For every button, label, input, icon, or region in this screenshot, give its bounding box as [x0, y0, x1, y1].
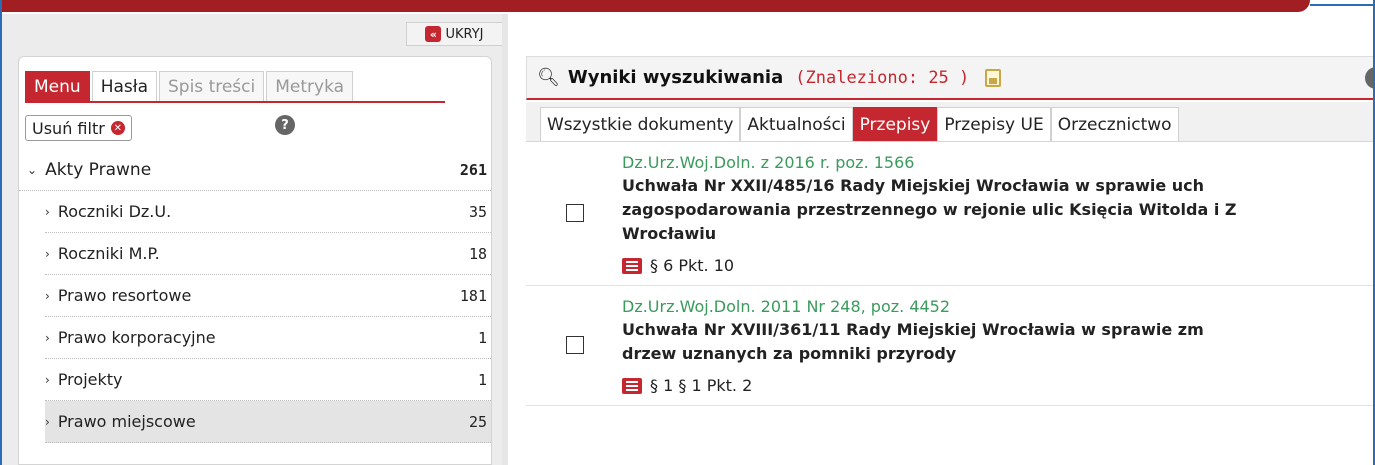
- tab-przepisy[interactable]: Przepisy: [852, 107, 938, 141]
- help-icon[interactable]: ?: [1365, 67, 1375, 89]
- chevron-right-icon: ›: [45, 288, 50, 303]
- top-banner-red-bar: [0, 0, 1310, 12]
- tab-metryka[interactable]: Metryka: [266, 71, 354, 101]
- chevron-right-icon: ›: [45, 246, 50, 261]
- result-checkbox[interactable]: [566, 204, 584, 222]
- tree-item-count: 25: [468, 412, 487, 431]
- tree-item-count: 35: [468, 202, 487, 221]
- tree-item-roczniki-mp[interactable]: › Roczniki M.P. 18: [45, 233, 491, 275]
- results-header: 🔍︎ Wyniki wyszukiwania (Znaleziono: 25 )…: [526, 56, 1375, 100]
- search-icon: 🔍︎: [537, 67, 560, 88]
- navigation-box: Menu Hasła Spis treści Metryka Usuń filt…: [18, 56, 492, 465]
- hide-panel-label: UKRYJ: [445, 26, 484, 42]
- double-chevron-left-icon: «: [425, 26, 442, 42]
- document-type-tabs: Wszystkie dokumenty Aktualności Przepisy…: [526, 102, 1375, 142]
- results-panel: 🔍︎ Wyniki wyszukiwania (Znaleziono: 25 )…: [502, 14, 1375, 465]
- remove-filter-button[interactable]: Usuń filtr ✕: [25, 115, 132, 141]
- result-checkbox[interactable]: [566, 336, 584, 354]
- chevron-right-icon: ›: [45, 414, 50, 429]
- chevron-right-icon: ›: [45, 372, 50, 387]
- chevron-down-icon: ⌄: [27, 162, 38, 177]
- tab-hasla[interactable]: Hasła: [91, 71, 157, 101]
- result-reference-label: § 6 Pkt. 10: [650, 256, 735, 275]
- result-source-link[interactable]: Dz.Urz.Woj.Doln. 2011 Nr 248, poz. 4452: [622, 296, 1375, 318]
- remove-filter-label: Usuń filtr: [32, 118, 105, 138]
- result-title-link[interactable]: Uchwała Nr XXII/485/16 Rady Miejskiej Wr…: [622, 174, 1375, 246]
- result-item: Dz.Urz.Woj.Doln. 2011 Nr 248, poz. 4452 …: [526, 286, 1375, 406]
- tree-item-prawo-resortowe[interactable]: › Prawo resortowe 181: [45, 275, 491, 317]
- close-circle-icon: ✕: [110, 121, 125, 135]
- category-tree: ⌄ Akty Prawne 261 › Roczniki Dz.U. 35 › …: [19, 149, 491, 443]
- tree-item-roczniki-dzu[interactable]: › Roczniki Dz.U. 35: [45, 191, 491, 233]
- hide-panel-button[interactable]: « UKRYJ: [406, 22, 502, 46]
- tree-item-label: Roczniki M.P.: [57, 244, 160, 263]
- top-banner-line: [1310, 4, 1375, 6]
- save-icon[interactable]: [985, 68, 1002, 87]
- tree-item-label: Akty Prawne: [45, 159, 152, 180]
- tree-item-count: 261: [459, 160, 487, 179]
- chevron-right-icon: ›: [45, 204, 50, 219]
- result-reference[interactable]: § 1 § 1 Pkt. 2: [622, 376, 1375, 395]
- result-reference[interactable]: § 6 Pkt. 10: [622, 256, 1375, 275]
- tab-spis-tresci[interactable]: Spis treści: [159, 71, 265, 101]
- tree-item-label: Prawo korporacyjne: [57, 328, 216, 347]
- tab-orzecznictwo[interactable]: Orzecznictwo: [1050, 107, 1179, 141]
- tree-item-count: 1: [477, 328, 487, 347]
- results-title: Wyniki wyszukiwania: [567, 67, 784, 88]
- top-banner: [0, 0, 1375, 14]
- tree-item-count: 18: [468, 244, 487, 263]
- tree-item-count: 181: [459, 286, 487, 305]
- results-count: (Znaleziono: 25 ): [795, 67, 970, 88]
- tree-item-prawo-korporacyjne[interactable]: › Prawo korporacyjne 1: [45, 317, 491, 359]
- left-tabs: Menu Hasła Spis treści Metryka: [25, 71, 445, 103]
- tab-aktualnosci[interactable]: Aktualności: [740, 107, 853, 141]
- tree-item-label: Roczniki Dz.U.: [57, 202, 172, 221]
- tree-item-akty-prawne[interactable]: ⌄ Akty Prawne 261: [19, 149, 491, 191]
- result-title-link[interactable]: Uchwała Nr XVIII/361/11 Rady Miejskiej W…: [622, 318, 1375, 366]
- tree-item-label: Prawo resortowe: [57, 286, 192, 305]
- results-list: Dz.Urz.Woj.Doln. z 2016 r. poz. 1566 Uch…: [526, 142, 1375, 406]
- tree-item-prawo-miejscowe[interactable]: › Prawo miejscowe 25: [45, 401, 491, 443]
- tree-item-projekty[interactable]: › Projekty 1: [45, 359, 491, 401]
- tab-wszystkie-dokumenty[interactable]: Wszystkie dokumenty: [540, 107, 741, 141]
- result-reference-label: § 1 § 1 Pkt. 2: [650, 376, 753, 395]
- help-icon[interactable]: ?: [275, 115, 295, 135]
- tab-menu[interactable]: Menu: [25, 71, 90, 101]
- document-reference-icon: [622, 377, 642, 394]
- result-source-link[interactable]: Dz.Urz.Woj.Doln. z 2016 r. poz. 1566: [622, 152, 1375, 174]
- result-item: Dz.Urz.Woj.Doln. z 2016 r. poz. 1566 Uch…: [526, 142, 1375, 286]
- left-panel: « UKRYJ Menu Hasła Spis treści Metryka U…: [2, 14, 502, 465]
- tree-item-label: Projekty: [57, 370, 123, 389]
- tree-item-label: Prawo miejscowe: [57, 412, 196, 431]
- tab-przepisy-ue[interactable]: Przepisy UE: [937, 107, 1051, 141]
- chevron-right-icon: ›: [45, 330, 50, 345]
- document-reference-icon: [622, 257, 642, 274]
- tree-item-count: 1: [477, 370, 487, 389]
